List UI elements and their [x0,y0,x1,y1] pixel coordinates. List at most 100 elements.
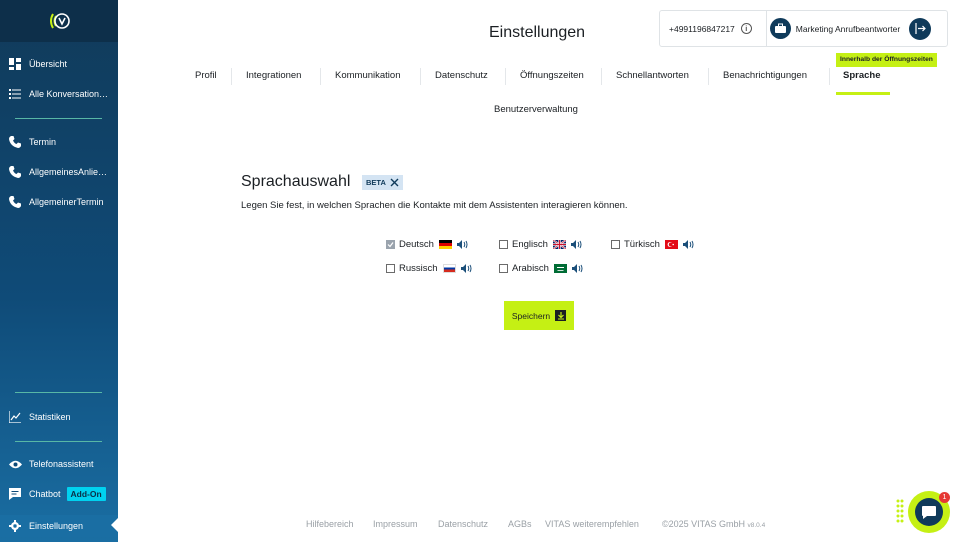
sidebar-item-label: AllgemeinesAnliegen [29,167,109,177]
tools-icon [390,178,399,187]
speaker-icon[interactable] [456,240,468,249]
checkbox-russisch[interactable] [386,264,395,273]
assistant-selector[interactable]: Marketing Anrufbeantworter [769,18,900,39]
chat-bubble-icon [8,487,22,501]
eye-icon [8,457,22,471]
phone-icon [8,165,22,179]
logo-icon [50,13,70,29]
section-description: Legen Sie fest, in welchen Sprachen die … [241,200,628,211]
language-label: Türkisch [624,239,660,250]
gear-icon [8,519,22,533]
tab-divider [829,68,830,85]
tab-benachrichtigungen[interactable]: Benachrichtigungen [723,70,807,81]
sidebar-item-label: AllgemeinerTermin [29,197,104,207]
speaker-icon[interactable] [460,264,472,273]
drag-handle[interactable] [896,499,904,523]
tab-profil[interactable]: Profil [195,70,217,81]
sidebar-divider [15,441,102,442]
info-icon[interactable]: i [740,23,752,34]
add-on-badge: Add-On [66,487,106,501]
page-title: Einstellungen [489,24,586,41]
speaker-icon[interactable] [570,240,582,249]
turkey-flag-icon [664,240,678,249]
sidebar-item-allgemeiner-termin[interactable]: AllgemeinerTermin [0,191,118,213]
tab-divider [601,68,602,85]
sidebar-item-statistiken[interactable]: Statistiken [0,406,118,428]
saudi-arabia-flag-icon [553,264,567,273]
tab-oeffnungszeiten[interactable]: Öffnungszeiten [520,70,584,81]
save-label: Speichern [511,310,551,321]
language-option-tuerkisch: Türkisch [611,239,694,250]
checkbox-englisch[interactable] [499,240,508,249]
sidebar-item-telefonassistent[interactable]: Telefonassistent [0,453,118,475]
copyright-text: ©2025 VITAS GmbH [662,519,745,529]
language-option-russisch: Russisch [386,263,472,274]
germany-flag-icon [438,240,452,249]
tab-integrationen[interactable]: Integrationen [246,70,301,81]
sidebar-item-allgemeines-anliegen[interactable]: AllgemeinesAnliegen [0,161,118,183]
sidebar-item-termin[interactable]: Termin [0,131,118,153]
tab-divider [320,68,321,85]
sidebar-item-label: Termin [29,137,57,147]
checkbox-deutsch[interactable] [386,240,395,249]
tab-schnellantworten[interactable]: Schnellantworten [616,70,689,81]
notification-badge: 1 [939,492,950,503]
tab-kommunikation[interactable]: Kommunikation [335,70,400,81]
sidebar-item-label: Chatbot [29,489,61,499]
copyright: ©2025 VITAS GmbH v8.0.4 [662,519,765,529]
chat-icon [915,498,943,526]
sidebar-item-label: Alle Konversationen [29,89,109,99]
sidebar-divider [15,392,102,393]
language-label: Englisch [512,239,548,250]
list-icon [8,87,22,101]
sidebar-item-uebersicht[interactable]: Übersicht [0,53,118,75]
uk-flag-icon [552,239,567,250]
section-title: Sprachauswahl [241,173,351,190]
beta-label: BETA [366,178,386,187]
sidebar-item-label: Statistiken [29,412,71,422]
version-label: v8.0.4 [747,522,766,529]
phone-number: +4991196847217 [669,23,735,34]
language-label: Arabisch [512,263,549,274]
tab-divider [231,68,232,85]
logout-button[interactable] [909,17,932,40]
tab-divider [708,68,709,85]
status-badge: Innerhalb der Öffnungszeiten [836,53,937,67]
account-box: +4991196847217 i Marketing Anrufbeantwor… [659,10,948,47]
speaker-icon[interactable] [571,264,583,273]
sidebar-item-label: Einstellungen [29,521,84,531]
sidebar-item-alle-konversationen[interactable]: Alle Konversationen [0,83,118,105]
footer-link-datenschutz[interactable]: Datenschutz [438,519,488,529]
footer-link-hilfebereich[interactable]: Hilfebereich [306,519,354,529]
sidebar-item-einstellungen[interactable]: Einstellungen [0,515,118,537]
language-option-englisch: Englisch [499,239,582,250]
sidebar-item-chatbot[interactable]: Chatbot Add-On [0,483,118,505]
checkbox-tuerkisch[interactable] [611,240,620,249]
logout-icon [915,23,926,34]
checkbox-arabisch[interactable] [499,264,508,273]
language-label: Deutsch [399,239,434,250]
tab-benutzerverwaltung[interactable]: Benutzerverwaltung [494,104,578,115]
language-option-arabisch: Arabisch [499,263,583,274]
footer-link-weiterempfehlen[interactable]: VITAS weiterempfehlen [545,519,639,529]
dashboard-icon [8,57,22,71]
divider [765,10,767,47]
avatar [769,18,791,39]
vitas-logo[interactable] [0,0,118,42]
chart-icon [8,410,22,424]
phone-icon [8,195,22,209]
tab-sprache[interactable]: Sprache [843,70,881,81]
briefcase-icon [774,23,786,33]
active-tab-indicator [836,92,890,95]
tab-datenschutz[interactable]: Datenschutz [435,70,488,81]
footer-link-impressum[interactable]: Impressum [373,519,418,529]
sidebar-item-label: Übersicht [29,59,68,69]
save-button[interactable]: Speichern [504,301,574,330]
phone-icon [8,135,22,149]
russia-flag-icon [442,264,456,273]
speaker-icon[interactable] [682,240,694,249]
sidebar-item-label: Telefonassistent [29,459,94,469]
beta-badge: BETA [362,175,403,190]
language-option-deutsch: Deutsch [386,239,468,250]
footer-link-agbs[interactable]: AGBs [508,519,532,529]
